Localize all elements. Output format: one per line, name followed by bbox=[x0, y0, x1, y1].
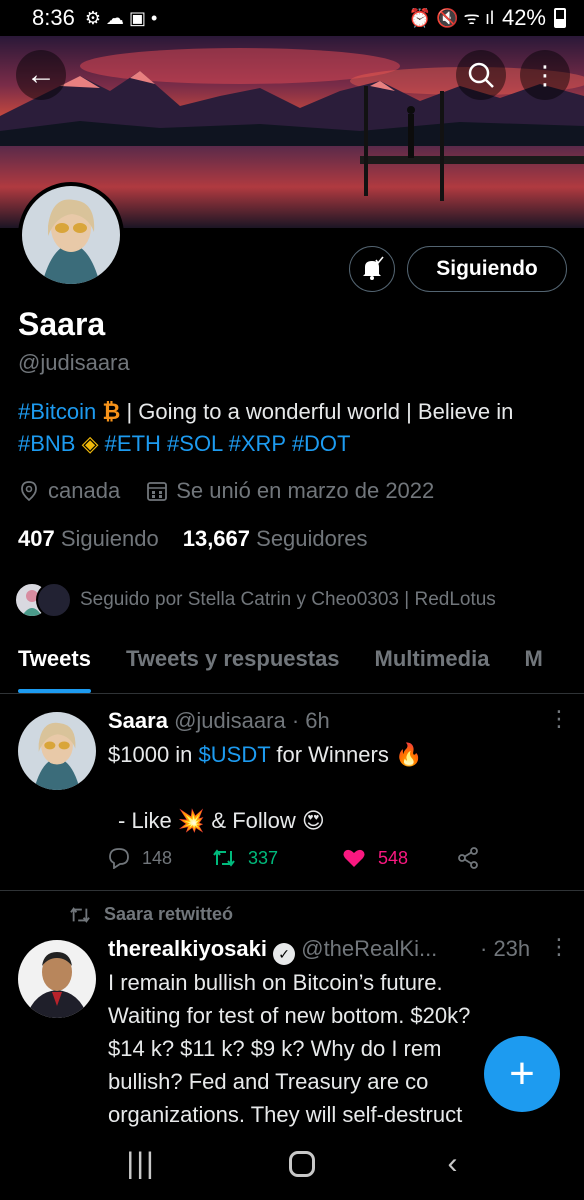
tweet-text-part: $1000 in bbox=[108, 742, 199, 767]
notifications-bell-button[interactable] bbox=[349, 246, 395, 292]
following-count: 407 bbox=[18, 526, 55, 551]
retweet-icon bbox=[70, 906, 90, 923]
back-button[interactable]: ← bbox=[16, 50, 66, 100]
back-nav-button[interactable]: ‹ bbox=[448, 1147, 458, 1181]
tweet-text-part: for Winners 🔥 bbox=[270, 742, 423, 767]
cashtag-usdt[interactable]: $USDT bbox=[199, 742, 271, 767]
share-icon bbox=[458, 847, 478, 869]
avatar-image bbox=[18, 940, 96, 1018]
tweet-more-button[interactable]: ⋮ bbox=[548, 934, 570, 960]
follow-counts: 407 Siguiendo 13,667 Seguidores bbox=[18, 526, 367, 552]
hashtag-bnb[interactable]: #BNB bbox=[18, 431, 75, 456]
home-button[interactable] bbox=[288, 1151, 315, 1177]
profile-avatar[interactable] bbox=[18, 182, 124, 288]
tweet-author-name[interactable]: therealkiyosaki bbox=[108, 936, 267, 961]
retweet-indicator: Saara retwitteó bbox=[68, 904, 233, 925]
followers-count-link[interactable]: 13,667 Seguidores bbox=[183, 526, 368, 552]
tab-tweets[interactable]: Tweets bbox=[0, 630, 108, 693]
tweet-actions: 148 337 548 bbox=[108, 846, 508, 870]
heart-icon bbox=[343, 849, 365, 867]
search-icon bbox=[468, 62, 494, 88]
retweet-label[interactable]: Saara retwitteó bbox=[104, 904, 233, 925]
hashtag-dot[interactable]: #DOT bbox=[292, 431, 351, 456]
hashtag-xrp[interactable]: #XRP bbox=[229, 431, 286, 456]
mini-avatar bbox=[36, 582, 72, 618]
profile-name: Saara bbox=[18, 306, 106, 342]
tweet-header: therealkiyosaki ✓ @theRealKi... bbox=[108, 936, 437, 965]
reply-icon bbox=[109, 848, 129, 869]
like-button[interactable]: 548 bbox=[342, 846, 456, 870]
following-label: Siguiendo bbox=[60, 526, 159, 551]
tweet-avatar[interactable] bbox=[18, 940, 96, 1018]
profile-meta: canada Se unió en marzo de 2022 bbox=[18, 478, 434, 504]
bio-text: | Going to a wonderful world | Believe i… bbox=[126, 399, 514, 424]
tweet-author-name[interactable]: Saara bbox=[108, 708, 168, 733]
profile-handle: @judisaara bbox=[18, 350, 130, 375]
plus-icon: + bbox=[509, 1049, 535, 1098]
profile-location: canada bbox=[48, 478, 121, 503]
status-bar: 8:36 ⚙ ☁ ▣ • ⏰ 🔇 ᯤ ıl 42% bbox=[0, 0, 584, 36]
retweet-icon bbox=[213, 849, 235, 867]
calendar-icon bbox=[147, 482, 168, 501]
battery-icon bbox=[554, 8, 566, 28]
bell-icon bbox=[363, 256, 384, 280]
following-button[interactable]: Siguiendo bbox=[407, 246, 567, 292]
followed-by-avatars bbox=[14, 582, 72, 618]
bnb-emoji-icon: ◈ bbox=[81, 431, 99, 456]
following-count-link[interactable]: 407 Siguiendo bbox=[18, 526, 159, 552]
location-icon bbox=[21, 481, 37, 502]
system-status-icons: ⏰ 🔇 ᯤ ıl bbox=[408, 8, 494, 28]
tab-tweets-replies[interactable]: Tweets y respuestas bbox=[108, 630, 357, 693]
profile-bio: #Bitcoin ₿ | Going to a wonderful world … bbox=[18, 396, 568, 460]
bitcoin-emoji-icon: ₿ bbox=[102, 399, 121, 424]
status-time: 8:36 bbox=[32, 5, 75, 30]
hashtag-bitcoin[interactable]: #Bitcoin bbox=[18, 399, 96, 424]
search-button[interactable] bbox=[456, 50, 506, 100]
tweet-author-handle[interactable]: @judisaara bbox=[174, 708, 286, 733]
profile-joined: Se unió en marzo de 2022 bbox=[176, 478, 435, 503]
compose-tweet-button[interactable]: + bbox=[484, 1036, 560, 1112]
more-vertical-icon: ⋮ bbox=[532, 60, 558, 90]
tweet-avatar[interactable] bbox=[18, 712, 96, 790]
more-options-button[interactable]: ⋮ bbox=[520, 50, 570, 100]
notification-icons: ⚙ ☁ ▣ • bbox=[84, 7, 158, 28]
followed-by-row[interactable]: Seguido por Stella Catrin y Cheo0303 | R… bbox=[14, 582, 496, 618]
avatar-image bbox=[22, 186, 120, 284]
followed-by-text: Seguido por Stella Catrin y Cheo0303 | R… bbox=[80, 589, 496, 610]
system-nav-bar: ||| ‹ bbox=[0, 1128, 584, 1200]
tweet-text-line: Waiting for test of new bottom. $20k? bbox=[108, 1003, 471, 1028]
retweet-button[interactable]: 337 bbox=[212, 846, 342, 870]
recent-apps-button[interactable]: ||| bbox=[126, 1147, 155, 1181]
reply-button[interactable]: 148 bbox=[108, 846, 212, 870]
tweet-text-line: I remain bullish on Bitcoin’s future. bbox=[108, 970, 443, 995]
hashtag-sol[interactable]: #SOL bbox=[167, 431, 222, 456]
tweet-time: · 6h bbox=[291, 708, 330, 733]
tweet-more-button[interactable]: ⋮ bbox=[548, 706, 570, 732]
reply-count: 148 bbox=[142, 847, 173, 868]
followers-count: 13,667 bbox=[182, 526, 251, 551]
verified-icon: ✓ bbox=[273, 943, 296, 965]
retweet-count: 337 bbox=[248, 847, 279, 868]
tweet-text: $1000 in $USDT for Winners 🔥 - Like 💥 & … bbox=[108, 738, 548, 837]
profile-tabs: Tweets Tweets y respuestas Multimedia M bbox=[0, 630, 584, 694]
like-count: 548 bbox=[378, 847, 409, 868]
tweet-time: · 23h bbox=[480, 936, 531, 961]
followers-label: Seguidores bbox=[256, 526, 368, 551]
tweet-text-line: - Like 💥 & Follow 😍 bbox=[118, 808, 325, 833]
battery-level: 42% bbox=[501, 5, 546, 30]
tweet-separator bbox=[0, 890, 584, 891]
share-button[interactable] bbox=[456, 846, 480, 870]
avatar-image bbox=[18, 712, 96, 790]
hashtag-eth[interactable]: #ETH bbox=[105, 431, 161, 456]
tweet-author-handle[interactable]: @theRealKi... bbox=[301, 936, 437, 961]
back-arrow-icon: ← bbox=[26, 58, 56, 91]
tab-likes[interactable]: M bbox=[506, 630, 559, 693]
tweet-header: Saara @judisaara · 6h bbox=[108, 708, 330, 734]
tab-media[interactable]: Multimedia bbox=[357, 630, 507, 693]
